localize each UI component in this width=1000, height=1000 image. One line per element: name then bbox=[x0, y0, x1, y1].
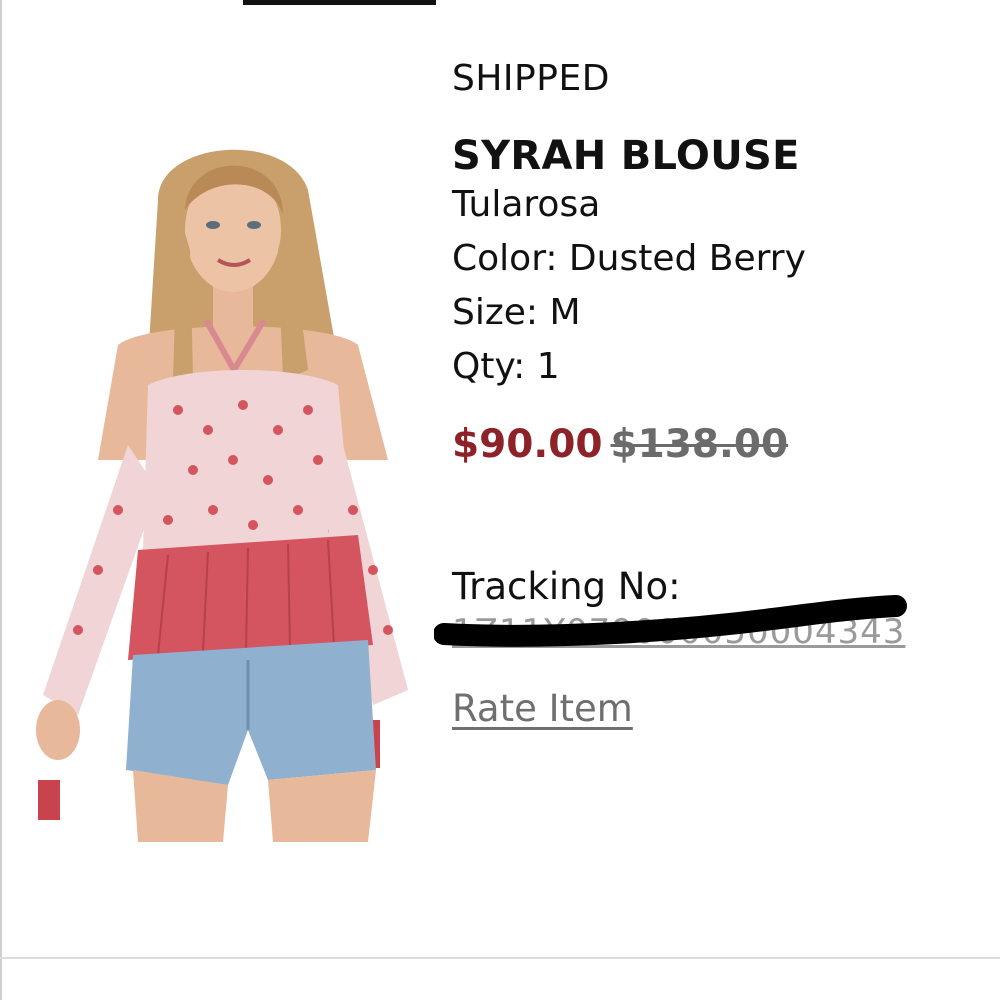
price-row: $90.00 $138.00 bbox=[452, 420, 992, 470]
product-qty: Qty: 1 bbox=[452, 346, 560, 387]
tracking-number-container: 1Z11Y079000050004343 bbox=[434, 595, 992, 654]
sale-price: $90.00 bbox=[452, 422, 603, 467]
order-item-details: SHIPPED SYRAH BLOUSE Tularosa Color: Dus… bbox=[434, 56, 992, 734]
product-name[interactable]: SYRAH BLOUSE bbox=[452, 134, 992, 178]
shipping-status: SHIPPED bbox=[452, 58, 610, 99]
redaction-scribble bbox=[434, 595, 907, 647]
original-price: $138.00 bbox=[610, 422, 789, 467]
active-tab-indicator bbox=[243, 0, 436, 5]
left-border bbox=[0, 0, 2, 1000]
product-image[interactable] bbox=[8, 130, 428, 842]
product-brand: Tularosa bbox=[452, 184, 601, 225]
product-color: Color: Dusted Berry bbox=[452, 238, 806, 279]
section-divider bbox=[0, 957, 1000, 959]
product-size: Size: M bbox=[452, 292, 581, 333]
rate-item-link[interactable]: Rate Item bbox=[452, 684, 633, 734]
